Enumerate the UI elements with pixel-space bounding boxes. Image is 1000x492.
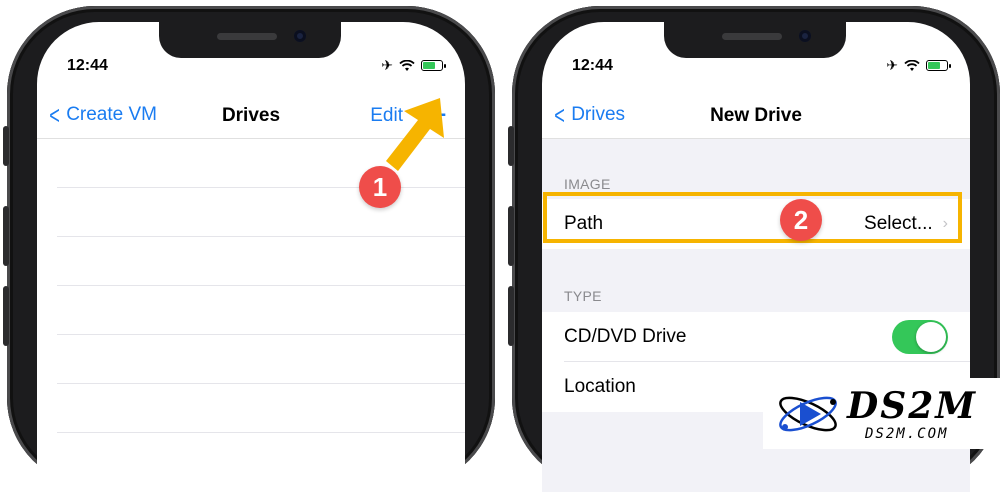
- table-row-separator: [57, 187, 465, 188]
- side-button: [508, 286, 514, 346]
- watermark-text: DS2M DS2M.COM: [847, 386, 977, 442]
- table-row-separator: [57, 285, 465, 286]
- notch: [664, 22, 846, 58]
- section-header-type: TYPE: [564, 288, 602, 304]
- table-row-separator: [57, 236, 465, 237]
- navigation-bar: < Drives New Drive: [542, 94, 970, 139]
- notch: [159, 22, 341, 58]
- speaker: [217, 33, 277, 40]
- section-header-image: IMAGE: [564, 176, 611, 192]
- side-button: [3, 206, 9, 266]
- side-button: [3, 286, 9, 346]
- watermark-brand: DS2M: [847, 384, 978, 427]
- watermark-domain: DS2M.COM: [865, 425, 949, 442]
- watermark: DS2M DS2M.COM: [763, 378, 1000, 449]
- cd-dvd-accessory: [892, 320, 948, 354]
- path-highlight-box: [543, 192, 962, 243]
- toggle-knob: [916, 322, 946, 352]
- cd-dvd-row: CD/DVD Drive: [542, 312, 970, 362]
- left-phone-frame: 12:44 ✈ < Create VM Drives Edit +: [3, 6, 495, 492]
- cd-dvd-label: CD/DVD Drive: [564, 326, 687, 347]
- table-row-separator: [57, 383, 465, 384]
- status-icons: ✈: [886, 57, 951, 74]
- status-time: 12:44: [572, 57, 613, 74]
- airplane-icon: ✈: [886, 57, 898, 73]
- table-row-separator: [57, 432, 465, 433]
- side-button: [508, 206, 514, 266]
- status-time: 12:44: [67, 57, 108, 74]
- battery-icon: [926, 60, 951, 71]
- table-row-separator: [57, 334, 465, 335]
- wifi-icon: [904, 59, 920, 71]
- battery-icon: [421, 60, 446, 71]
- wifi-icon: [399, 59, 415, 71]
- cd-dvd-toggle[interactable]: [892, 320, 948, 354]
- airplane-icon: ✈: [381, 57, 393, 73]
- step-1-badge: 1: [359, 166, 401, 208]
- side-button: [3, 126, 9, 166]
- speaker: [722, 33, 782, 40]
- side-button: [508, 126, 514, 166]
- front-camera: [799, 30, 811, 42]
- status-icons: ✈: [381, 57, 446, 74]
- location-label: Location: [564, 376, 636, 397]
- front-camera: [294, 30, 306, 42]
- step-2-badge: 2: [780, 199, 822, 241]
- atom-logo-icon: [779, 396, 837, 431]
- page-title: New Drive: [710, 105, 802, 126]
